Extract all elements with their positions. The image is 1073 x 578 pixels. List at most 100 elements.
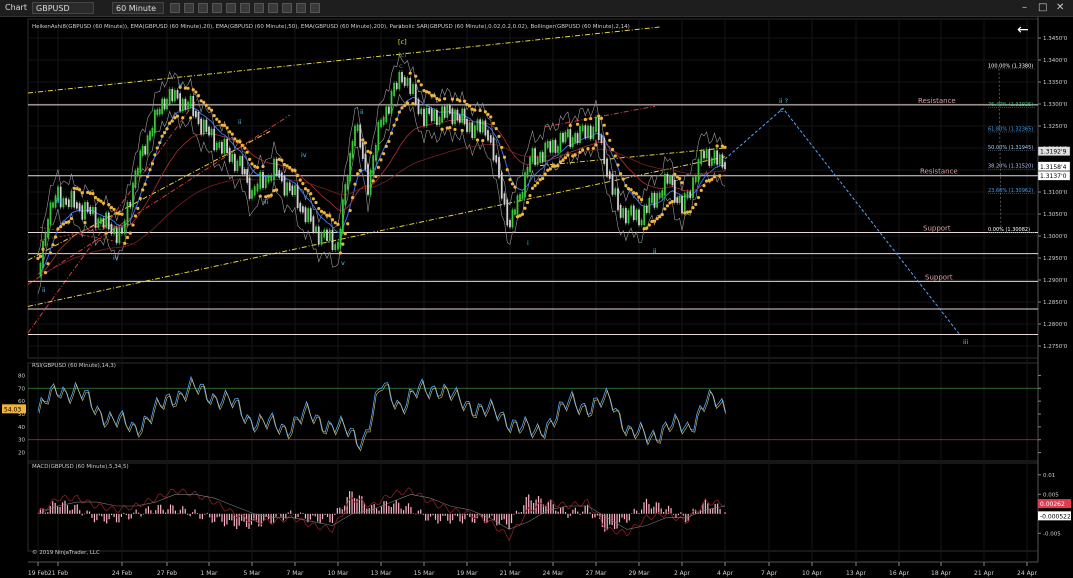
heiken-ashi-candle [110, 224, 113, 235]
heiken-ashi-candle [473, 125, 476, 139]
parabolic-sar-dot [125, 235, 130, 240]
parabolic-sar-dot [473, 108, 477, 112]
back-arrow-icon[interactable]: ← [1017, 22, 1029, 38]
heiken-ashi-candle [458, 115, 461, 123]
parabolic-sar-dot [350, 196, 355, 200]
price-label: 1.3137'0 [1040, 173, 1067, 180]
parabolic-sar-dot [250, 162, 254, 166]
heiken-ashi-candle [468, 122, 471, 132]
parabolic-sar-dot [275, 188, 279, 192]
parabolic-sar-dot [309, 192, 313, 196]
heiken-ashi-candle [487, 130, 489, 141]
parabolic-sar-dot [536, 181, 540, 185]
heiken-ashi-candle [640, 219, 643, 226]
toolbar-button[interactable] [198, 3, 208, 13]
toolbar-button[interactable] [212, 3, 222, 13]
heiken-ashi-candle [166, 98, 168, 110]
toolbar-button[interactable] [170, 3, 180, 13]
heiken-ashi-candle [708, 149, 711, 166]
heiken-ashi-candle [136, 167, 139, 176]
parabolic-sar-dot [530, 186, 535, 190]
heiken-ashi-candle [97, 218, 100, 228]
heiken-ashi-candle [361, 142, 364, 159]
parabolic-sar-dot [296, 173, 300, 178]
heiken-ashi-candle [539, 152, 542, 163]
heiken-ashi-candle [703, 150, 705, 159]
toolbar-button[interactable] [282, 3, 292, 13]
heiken-ashi-candle [509, 220, 511, 228]
toolbar-button[interactable] [240, 3, 250, 13]
parabolic-sar-dot [575, 122, 580, 126]
parabolic-sar-dot [696, 195, 701, 200]
parabolic-sar-dot [317, 206, 321, 211]
toolbar-button[interactable] [254, 3, 264, 13]
parabolic-sar-dot [597, 114, 601, 118]
level-label: Support [925, 273, 953, 281]
x-tick-label: 24 Mar [543, 570, 564, 577]
heiken-ashi-candle [697, 159, 700, 182]
heiken-ashi-candle [94, 206, 97, 228]
heiken-ashi-candle [67, 199, 70, 208]
heiken-ashi-candle [264, 177, 267, 188]
parabolic-sar-dot [718, 174, 722, 178]
toolbar-button[interactable] [184, 3, 194, 13]
close-icon[interactable]: ✕ [1056, 2, 1064, 13]
wave-label: c [399, 62, 403, 70]
heiken-ashi-candle [210, 128, 213, 136]
parabolic-sar-dot [639, 198, 644, 202]
x-tick-label: 18 Apr [931, 570, 951, 577]
parabolic-sar-dot [702, 183, 706, 188]
parabolic-sar-dot [712, 175, 717, 179]
heiken-ashi-candle [156, 109, 159, 116]
heiken-ashi-candle [213, 128, 216, 151]
parabolic-sar-dot [233, 137, 237, 141]
parabolic-sar-dot [448, 126, 452, 130]
rsi-value-label: 54.03 [4, 406, 21, 413]
parabolic-sar-dot [46, 262, 50, 266]
heiken-ashi-candle [123, 220, 126, 234]
parabolic-sar-dot [341, 242, 345, 246]
fib-label: 100.00% (1.3380) [988, 63, 1033, 69]
minimize-icon[interactable]: – [1022, 2, 1027, 13]
parabolic-sar-dot [101, 201, 106, 205]
heiken-ashi-candle [673, 179, 676, 203]
toolbar-button[interactable] [296, 3, 306, 13]
parabolic-sar-dot [155, 146, 159, 150]
timeframe-selector[interactable]: 60 Minute [112, 2, 164, 14]
parabolic-sar-dot [67, 220, 71, 224]
rsi-tick-label: 40 [18, 425, 25, 431]
parabolic-sar-dot [673, 172, 677, 176]
rsi-panel-title: RSI(GBPUSD (60 Minute),14,3) [32, 363, 116, 369]
heiken-ashi-candle [600, 134, 603, 144]
chart-menu-label[interactable]: Chart [2, 2, 28, 14]
wave-label: (c) [398, 51, 407, 59]
parabolic-sar-dot [453, 127, 457, 132]
parabolic-sar-dot [314, 200, 318, 205]
heiken-ashi-candle [184, 98, 187, 110]
maximize-icon[interactable]: □ [1038, 2, 1047, 13]
wave-label: i [160, 138, 162, 146]
toolbar-button[interactable] [226, 3, 236, 13]
heiken-ashi-candle [412, 84, 414, 94]
heiken-ashi-candle [423, 108, 425, 126]
instrument-selector[interactable]: GBPUSD [32, 2, 94, 14]
parabolic-sar-dot [563, 156, 568, 160]
parabolic-sar-dot [189, 116, 193, 120]
parabolic-sar-dot [51, 243, 55, 247]
parabolic-sar-dot [647, 223, 651, 227]
parabolic-sar-dot [255, 165, 260, 170]
parabolic-sar-dot [624, 184, 628, 188]
y-tick-label: 1.3250'0 [1043, 124, 1068, 130]
y-tick-label: 1.3300'0 [1043, 102, 1068, 108]
heiken-ashi-candle [331, 229, 334, 251]
wave-label: ii [360, 108, 364, 116]
toolbar-button[interactable] [268, 3, 278, 13]
parabolic-sar-dot [561, 158, 565, 162]
parabolic-sar-dot [416, 79, 421, 83]
heiken-ashi-candle [253, 186, 256, 196]
heiken-ashi-candle [557, 146, 559, 153]
parabolic-sar-dot [228, 130, 232, 134]
copyright-text: © 2019 NinjaTrader, LLC [32, 549, 100, 556]
heiken-ashi-candle [521, 192, 524, 200]
toolbar-button[interactable] [310, 3, 320, 13]
